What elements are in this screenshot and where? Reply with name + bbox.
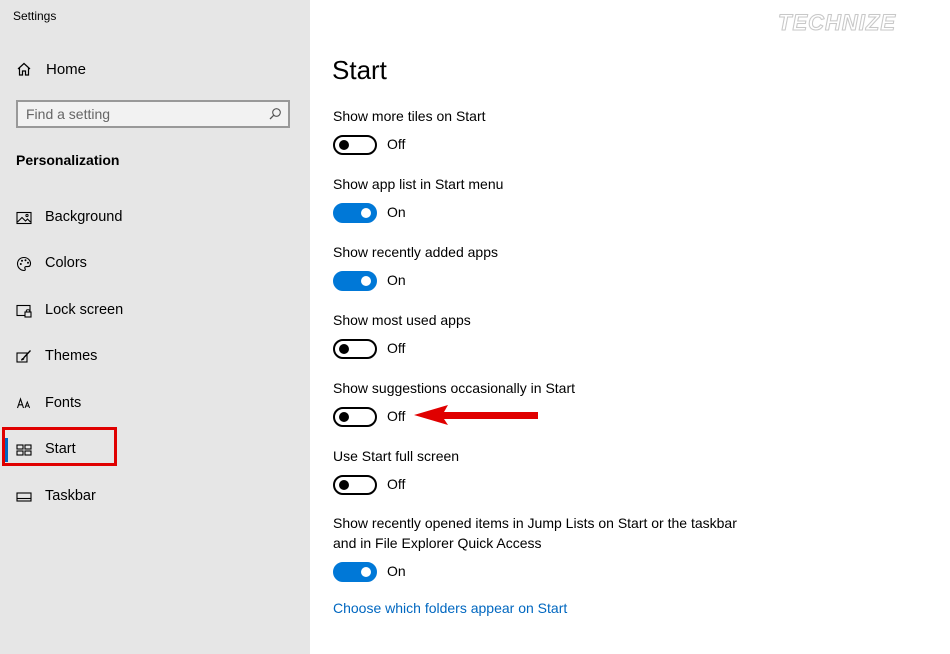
- toggle-state-label: Off: [387, 136, 406, 152]
- toggle-row: On: [333, 271, 853, 291]
- toggle-knob: [361, 276, 371, 286]
- brush-icon: [16, 350, 31, 363]
- toggle-row: Off: [333, 475, 853, 495]
- toggle-state-label: On: [387, 204, 406, 220]
- toggle-row: Off: [333, 407, 853, 427]
- sidebar-item-home[interactable]: Home: [0, 58, 310, 84]
- setting-label: Show more tiles on Start: [333, 108, 486, 124]
- toggle-state-label: Off: [387, 408, 406, 424]
- choose-folders-link[interactable]: Choose which folders appear on Start: [333, 600, 567, 616]
- toggle-knob: [339, 140, 349, 150]
- setting-label: Show most used apps: [333, 312, 471, 328]
- sidebar-item-themes[interactable]: Themes: [0, 340, 310, 374]
- setting-show-most-used: Show most used apps Off: [333, 310, 853, 359]
- setting-label: Show recently added apps: [333, 244, 498, 260]
- palette-icon: [16, 256, 32, 272]
- setting-show-more-tiles: Show more tiles on Start Off: [333, 106, 853, 155]
- toggle-switch[interactable]: [333, 203, 377, 223]
- setting-show-suggestions: Show suggestions occasionally in Start O…: [333, 378, 853, 427]
- background-icon: [16, 211, 32, 225]
- sidebar-item-label: Themes: [45, 348, 98, 364]
- setting-label: Show suggestions occasionally in Start: [333, 380, 576, 396]
- sidebar-item-background[interactable]: Background: [0, 201, 310, 235]
- toggle-state-label: On: [387, 272, 406, 288]
- toggle-state-label: Off: [387, 340, 406, 356]
- toggle-row: On: [333, 562, 763, 582]
- window-title: Settings: [13, 9, 57, 23]
- toggle-switch[interactable]: [333, 135, 377, 155]
- search-box[interactable]: [16, 100, 290, 128]
- toggle-knob: [361, 208, 371, 218]
- sidebar-item-label: Background: [45, 209, 123, 225]
- toggle-switch[interactable]: [333, 271, 377, 291]
- toggle-knob: [339, 344, 349, 354]
- sidebar-item-taskbar[interactable]: Taskbar: [0, 480, 310, 514]
- sidebar-item-label: Fonts: [45, 395, 82, 411]
- toggle-switch[interactable]: [333, 475, 377, 495]
- toggle-switch[interactable]: [333, 339, 377, 359]
- section-title: Personalization: [16, 152, 120, 168]
- sidebar-item-label: Colors: [45, 255, 87, 271]
- sidebar-item-fonts[interactable]: Fonts: [0, 387, 310, 421]
- sidebar-item-colors[interactable]: Colors: [0, 247, 310, 281]
- toggle-row: On: [333, 203, 853, 223]
- setting-show-app-list: Show app list in Start menu On: [333, 174, 853, 223]
- toggle-knob: [339, 480, 349, 490]
- toggle-state-label: Off: [387, 476, 406, 492]
- setting-recently-opened-items: Show recently opened items in Jump Lists…: [333, 513, 763, 582]
- setting-label: Show recently opened items in Jump Lists…: [333, 515, 737, 551]
- sidebar-item-label: Home: [46, 61, 87, 78]
- toggle-row: Off: [333, 135, 853, 155]
- toggle-knob: [339, 412, 349, 422]
- setting-label: Use Start full screen: [333, 448, 460, 464]
- search-input[interactable]: [26, 105, 256, 123]
- toggle-knob: [361, 567, 371, 577]
- lock-screen-icon: [16, 304, 32, 318]
- sidebar-item-label: Taskbar: [45, 488, 96, 504]
- toggle-state-label: On: [387, 563, 406, 579]
- page-title: Start: [332, 55, 387, 85]
- taskbar-icon: [16, 492, 32, 502]
- annotation-arrow-icon: [414, 405, 538, 425]
- sidebar-item-label: Lock screen: [45, 302, 124, 318]
- watermark-logo: TECHNIZE: [778, 10, 896, 36]
- setting-show-recently-added: Show recently added apps On: [333, 242, 853, 291]
- search-icon[interactable]: [268, 107, 282, 121]
- settings-sidebar: Settings Home Personalization Background: [0, 0, 310, 654]
- toggle-switch[interactable]: [333, 407, 377, 427]
- annotation-highlight-box: [2, 427, 117, 466]
- fonts-icon: [16, 397, 31, 409]
- setting-start-full-screen: Use Start full screen Off: [333, 446, 853, 495]
- sidebar-item-lock-screen[interactable]: Lock screen: [0, 294, 310, 328]
- toggle-switch[interactable]: [333, 562, 377, 582]
- home-icon: [17, 62, 31, 76]
- toggle-row: Off: [333, 339, 853, 359]
- setting-label: Show app list in Start menu: [333, 176, 504, 192]
